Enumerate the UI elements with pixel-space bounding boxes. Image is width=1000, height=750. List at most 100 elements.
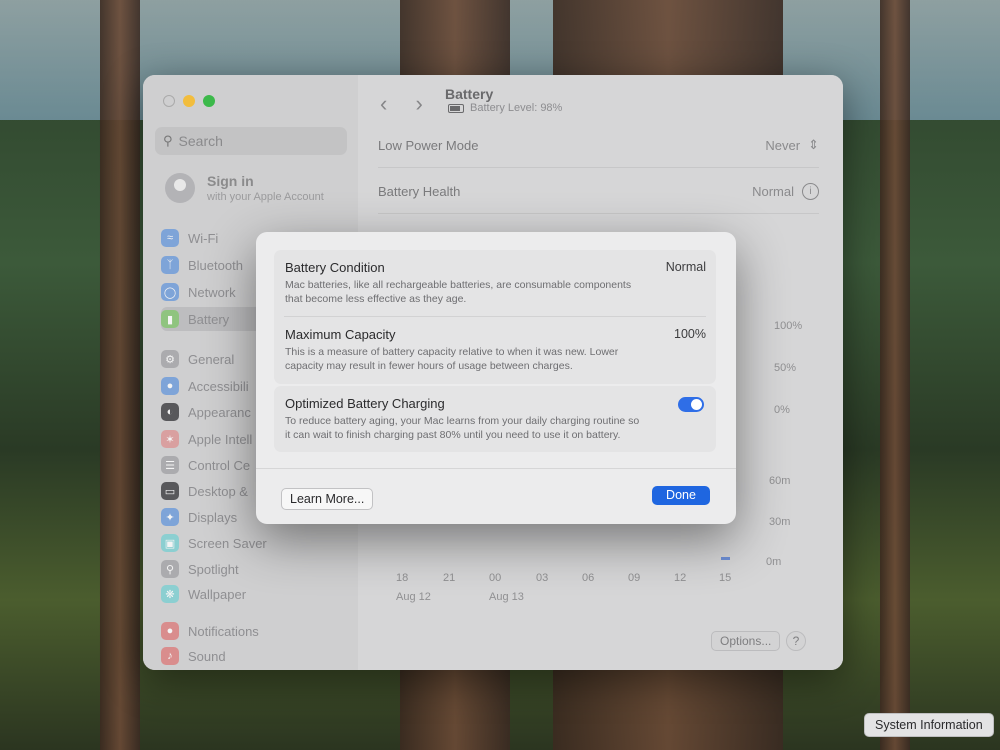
wallpaper-icon: ❋ [161, 585, 179, 603]
battery-condition-description: Mac batteries, like all rechargeable bat… [285, 279, 632, 305]
x-tick: 06 [582, 572, 595, 584]
pct-tick: 0% [774, 404, 790, 416]
apple-account-signin[interactable]: Sign in with your Apple Account [165, 173, 324, 203]
low-power-mode-select[interactable]: Never ⇕ [765, 137, 819, 153]
sidebar-item-label: Network [188, 284, 236, 300]
learn-more-button[interactable]: Learn More... [281, 488, 374, 510]
sidebar-item-label: Spotlight [188, 561, 239, 577]
x-tick: 18 [396, 572, 409, 584]
time-tick: 30m [769, 516, 791, 528]
search-placeholder: Search [178, 133, 223, 149]
sidebar-item-label: Wallpaper [188, 586, 247, 602]
avatar [165, 173, 195, 203]
sidebar-item-wallpaper[interactable]: ❋ Wallpaper [161, 582, 341, 606]
optimized-charging-card: Optimized Battery Charging To reduce bat… [274, 386, 716, 453]
spotlight-icon: ⚲ [161, 560, 179, 578]
optimized-charging-title: Optimized Battery Charging [285, 396, 445, 411]
sidebar-item-label: Control Ce [188, 457, 251, 473]
sidebar-item-notifications[interactable]: ● Notifications [161, 619, 341, 643]
screen-saver-icon: ▣ [161, 534, 179, 552]
tree-trunk [100, 0, 140, 750]
bluetooth-icon: ᛉ [161, 256, 179, 274]
date-label: Aug 13 [489, 591, 524, 603]
up-down-chevron-icon: ⇕ [808, 137, 819, 152]
pct-tick: 50% [774, 362, 797, 374]
sidebar-item-label: Wi-Fi [188, 230, 219, 246]
battery-condition-value: Normal [665, 260, 706, 274]
account-title: Sign in [207, 173, 254, 189]
battery-info-card: Battery Condition Normal Mac batteries, … [274, 250, 716, 384]
display-icon: ✦ [161, 508, 179, 526]
battery-level: Battery Level: 98% [448, 102, 562, 114]
gear-icon: ⚙ [161, 350, 179, 368]
tree-trunk [880, 0, 910, 750]
control-center-icon: ☰ [161, 456, 179, 474]
back-chevron-icon[interactable]: ‹ [380, 91, 387, 116]
battery-health-row: Battery Health Normal i [378, 169, 819, 214]
battery-icon: ▮ [161, 310, 179, 328]
sidebar-item-label: Accessibili [188, 378, 249, 394]
low-power-mode-value: Never [765, 137, 801, 153]
battery-icon [448, 103, 464, 113]
done-button[interactable]: Done [652, 486, 710, 505]
globe-icon: ◯ [161, 283, 179, 301]
history-nav: ‹ › [380, 91, 445, 117]
battery-health-label: Battery Health [378, 183, 461, 199]
sidebar-item-screen-saver[interactable]: ▣ Screen Saver [161, 531, 341, 555]
x-tick: 12 [674, 572, 687, 584]
help-button[interactable]: ? [786, 631, 806, 651]
apple-intelligence-icon: ✶ [161, 430, 179, 448]
x-tick: 09 [628, 572, 641, 584]
wifi-icon: ≈ [161, 229, 179, 247]
usage-bar [721, 557, 730, 560]
minimize-window-button[interactable] [183, 95, 195, 107]
maximum-capacity-row: Maximum Capacity 100% This is a measure … [274, 317, 716, 383]
sidebar-item-label: Appearanc [188, 404, 251, 420]
pct-tick: 100% [774, 320, 803, 332]
x-tick: 03 [536, 572, 549, 584]
low-power-mode-label: Low Power Mode [378, 137, 479, 153]
notifications-icon: ● [161, 622, 179, 640]
accessibility-icon: ● [161, 377, 179, 395]
sidebar-item-label: Screen Saver [188, 535, 267, 551]
zoom-window-button[interactable] [203, 95, 215, 107]
sidebar-item-label: Apple Intell [188, 431, 253, 447]
sidebar-item-label: General [188, 351, 235, 367]
forward-chevron-icon[interactable]: › [415, 91, 422, 116]
sidebar-item-sound[interactable]: ♪ Sound [161, 644, 341, 668]
optimized-charging-toggle[interactable] [678, 397, 704, 412]
sidebar-item-label: Battery [188, 311, 230, 327]
page-title: Battery [445, 86, 494, 102]
account-subtitle: with your Apple Account [207, 191, 324, 203]
battery-level-text: Battery Level: 98% [470, 102, 563, 114]
search-input[interactable]: ⚲ Search [155, 127, 347, 155]
system-information-tooltip: System Information [864, 713, 994, 737]
x-tick: 21 [443, 572, 456, 584]
battery-health-value: Normal [752, 183, 794, 199]
battery-health-sheet: Battery Condition Normal Mac batteries, … [256, 232, 736, 524]
maximum-capacity-title: Maximum Capacity [285, 327, 396, 343]
divider [256, 468, 736, 469]
x-tick: 00 [489, 572, 502, 584]
desktop-icon: ▭ [161, 482, 179, 500]
sidebar-item-label: Notifications [188, 623, 259, 639]
battery-condition-title: Battery Condition [285, 260, 385, 275]
battery-condition-row: Battery Condition Normal Mac batteries, … [274, 250, 716, 316]
maximum-capacity-value: 100% [674, 327, 706, 342]
info-icon[interactable]: i [802, 182, 819, 200]
sidebar-item-label: Displays [188, 509, 238, 525]
low-power-mode-row: Low Power Mode Never ⇕ [378, 123, 819, 168]
date-label: Aug 12 [396, 591, 431, 603]
x-tick: 15 [719, 572, 732, 584]
close-window-button[interactable] [163, 95, 175, 107]
maximum-capacity-description: This is a measure of battery capacity re… [285, 346, 619, 372]
sidebar-item-spotlight[interactable]: ⚲ Spotlight [161, 557, 341, 581]
search-icon: ⚲ [163, 133, 173, 148]
options-button[interactable]: Options... [711, 631, 781, 651]
time-tick: 0m [766, 556, 782, 568]
sidebar-item-label: Desktop & [188, 483, 248, 499]
sidebar-item-label: Bluetooth [188, 257, 243, 273]
optimized-charging-row: Optimized Battery Charging To reduce bat… [274, 386, 716, 452]
optimized-charging-description: To reduce battery aging, your Mac learns… [285, 415, 640, 441]
appearance-icon: ◐ [161, 403, 179, 421]
